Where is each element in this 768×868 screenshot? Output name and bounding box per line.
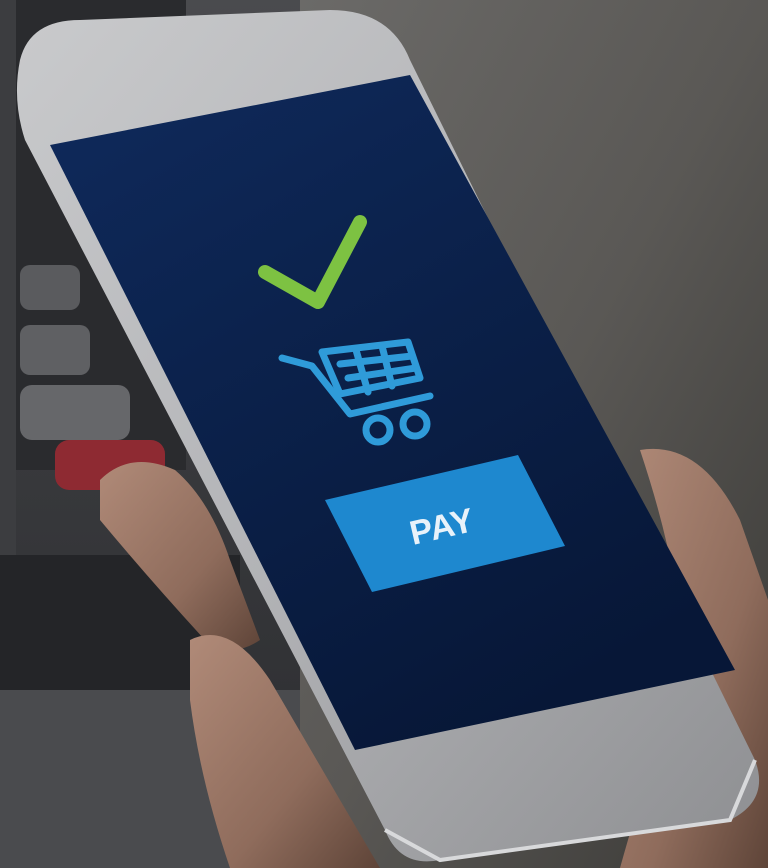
keypad-key bbox=[20, 385, 130, 440]
keypad-key bbox=[20, 325, 90, 375]
background-left-panel bbox=[0, 0, 16, 555]
scene-svg: PAY bbox=[0, 0, 768, 868]
photo-scene: PAY bbox=[0, 0, 768, 868]
keypad-key bbox=[20, 265, 80, 310]
